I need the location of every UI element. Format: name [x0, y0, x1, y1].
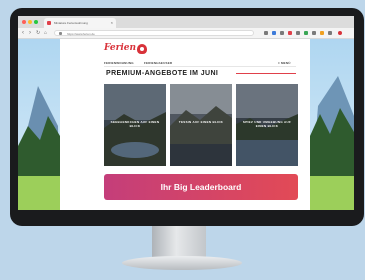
url-text: https://www.ferien.de	[67, 32, 95, 36]
address-bar[interactable]: https://www.ferien.de	[54, 30, 254, 36]
monitor-screen: Miniature Ferienwohnung × ‹ › ↻ ⌂ https:…	[18, 16, 354, 210]
nav-link-ferienwohnung[interactable]: FERIENWOHNUNG	[104, 61, 134, 65]
offer-card-2-label: TESSIN AUF EINEN BLICK	[178, 120, 224, 124]
nav-link-ferienhaeuser[interactable]: FERIENHAEUSER	[144, 61, 172, 65]
extension-icon[interactable]	[288, 31, 292, 35]
tab-bar: Miniature Ferienwohnung ×	[18, 16, 354, 28]
web-page: Ferien FERIENWOHNUNG FERIENHAEUSER ≡ MEN…	[60, 39, 310, 210]
extension-icon[interactable]	[280, 31, 284, 35]
header-divider	[104, 66, 296, 67]
offer-card-3-label: SPIEZ UND UMGEBUNG AUF EINEN BLICK	[242, 120, 292, 128]
extension-icon[interactable]	[328, 31, 332, 35]
tab-title: Miniature Ferienwohnung	[54, 21, 88, 25]
extension-icon[interactable]	[272, 31, 276, 35]
extension-icon[interactable]	[312, 31, 316, 35]
close-window-icon[interactable]	[22, 20, 26, 24]
reload-icon[interactable]: ↻	[36, 29, 40, 37]
lock-icon	[59, 32, 62, 35]
browser-toolbar: ‹ › ↻ ⌂ https://www.ferien.de	[18, 28, 354, 39]
minimize-window-icon[interactable]	[28, 20, 32, 24]
offer-card-2[interactable]: TESSIN AUF EINEN BLICK	[170, 84, 232, 166]
profile-icon[interactable]	[338, 31, 342, 35]
extension-icon[interactable]	[320, 31, 324, 35]
monitor-stand-base	[122, 256, 242, 270]
heading-accent-line	[236, 73, 296, 74]
home-icon[interactable]: ⌂	[44, 29, 47, 37]
back-icon[interactable]: ‹	[22, 29, 24, 37]
logo-heart-icon	[137, 44, 147, 54]
offer-card-1-label: SEEBAENKCHEN AUF EINEN BLICK	[110, 120, 160, 128]
maximize-window-icon[interactable]	[34, 20, 38, 24]
menu-button[interactable]: ≡ MENÜ	[278, 61, 291, 65]
leaderboard-ad-banner[interactable]: Ihr Big Leaderboard	[104, 174, 298, 200]
offer-card-3[interactable]: SPIEZ UND UMGEBUNG AUF EINEN BLICK	[236, 84, 298, 166]
extension-icon[interactable]	[304, 31, 308, 35]
section-heading: PREMIUM-ANGEBOTE IM JUNI	[106, 70, 219, 77]
offer-card-2-image	[170, 84, 232, 166]
extension-icon[interactable]	[296, 31, 300, 35]
extension-icon[interactable]	[264, 31, 268, 35]
favicon-icon	[47, 21, 51, 25]
offer-card-1[interactable]: SEEBAENKCHEN AUF EINEN BLICK	[104, 84, 166, 166]
close-tab-icon[interactable]: ×	[111, 18, 113, 28]
forward-icon[interactable]: ›	[29, 29, 31, 37]
site-logo[interactable]: Ferien	[104, 43, 136, 53]
browser-tab[interactable]: Miniature Ferienwohnung ×	[44, 18, 116, 28]
browser-window: Miniature Ferienwohnung × ‹ › ↻ ⌂ https:…	[18, 16, 354, 210]
